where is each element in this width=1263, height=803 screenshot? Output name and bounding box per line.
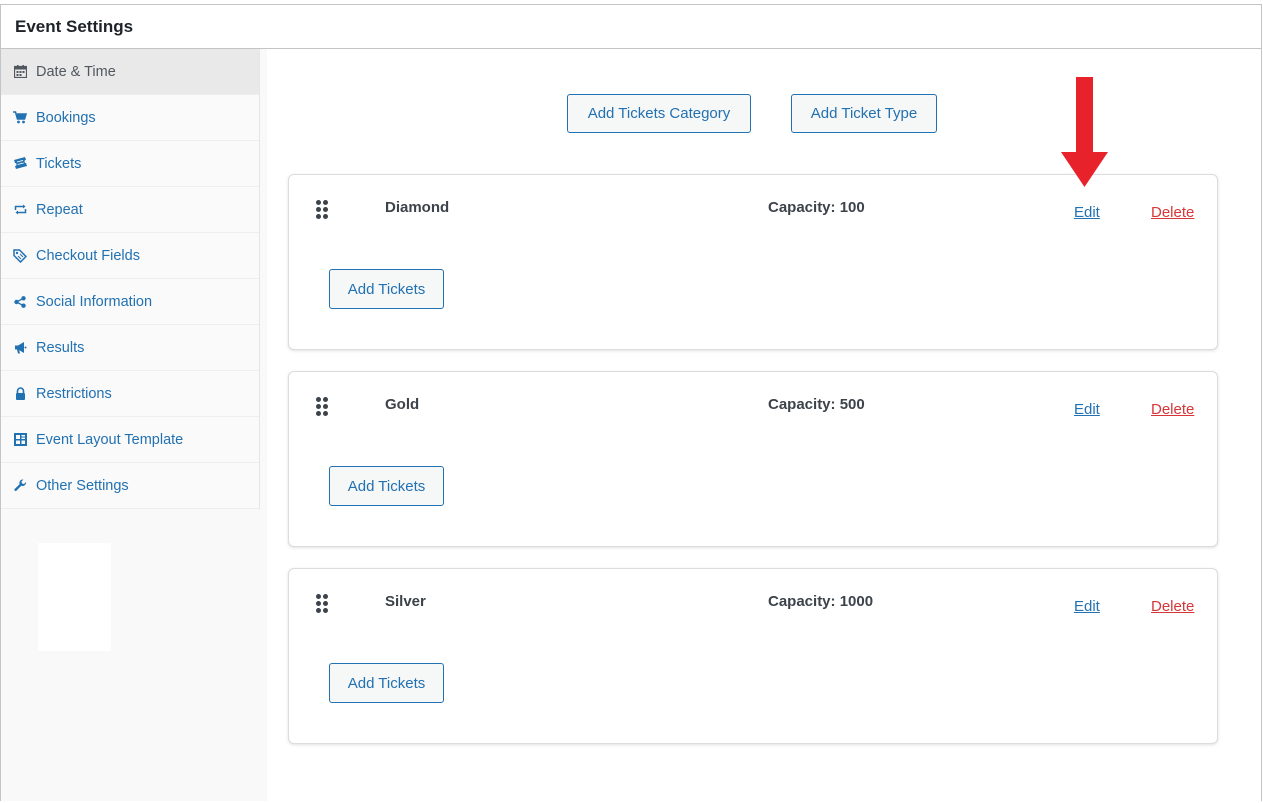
- sidebar-item-label: Restrictions: [36, 385, 112, 402]
- add-tickets-button[interactable]: Add Tickets: [329, 466, 444, 506]
- page-title: Event Settings: [15, 17, 134, 36]
- ticket-category-card: Gold Capacity: 500 Edit Delete Add Ticke…: [288, 371, 1218, 547]
- add-tickets-button[interactable]: Add Tickets: [329, 663, 444, 703]
- add-tickets-button[interactable]: Add Tickets: [329, 269, 444, 309]
- sidebar-item-checkout-fields[interactable]: Checkout Fields: [1, 233, 259, 279]
- sidebar-item-label: Checkout Fields: [36, 247, 140, 264]
- sidebar-item-tickets[interactable]: Tickets: [1, 141, 259, 187]
- sidebar-item-date-time[interactable]: Date & Time: [1, 49, 259, 95]
- drag-handle-icon[interactable]: [316, 594, 330, 614]
- sidebar-item-social-information[interactable]: Social Information: [1, 279, 259, 325]
- sidebar-nav: Date & Time Bookings Tickets Repeat Chec…: [1, 49, 260, 509]
- ticket-icon: [12, 156, 28, 172]
- delete-category-link[interactable]: Delete: [1151, 204, 1194, 221]
- sidebar-item-label: Date & Time: [36, 63, 116, 80]
- megaphone-icon: [12, 340, 28, 356]
- lock-icon: [12, 386, 28, 402]
- sidebar-item-restrictions[interactable]: Restrictions: [1, 371, 259, 417]
- tickets-main: Add Tickets Category Add Ticket Type Dia…: [267, 49, 1261, 801]
- category-capacity: Capacity: 500: [768, 396, 865, 413]
- ticket-category-card: Silver Capacity: 1000 Edit Delete Add Ti…: [288, 568, 1218, 744]
- sidebar-item-event-layout-template[interactable]: Event Layout Template: [1, 417, 259, 463]
- edit-category-link[interactable]: Edit: [1074, 598, 1100, 615]
- sidebar-item-other-settings[interactable]: Other Settings: [1, 463, 259, 509]
- sidebar-blank-box: [38, 543, 111, 651]
- add-tickets-category-button[interactable]: Add Tickets Category: [567, 94, 751, 133]
- cart-icon: [12, 110, 28, 126]
- sidebar-item-label: Repeat: [36, 201, 83, 218]
- panel-header: Event Settings: [1, 5, 1261, 49]
- calendar-icon: [12, 64, 28, 80]
- ticket-category-card: Diamond Capacity: 100 Edit Delete Add Ti…: [288, 174, 1218, 350]
- sidebar-item-label: Tickets: [36, 155, 82, 172]
- repeat-icon: [12, 202, 28, 218]
- drag-handle-icon[interactable]: [316, 200, 330, 220]
- category-name: Diamond: [385, 199, 450, 216]
- tag-icon: [12, 248, 28, 264]
- sidebar-item-label: Social Information: [36, 293, 153, 310]
- delete-category-link[interactable]: Delete: [1151, 401, 1194, 418]
- category-capacity: Capacity: 1000: [768, 593, 874, 610]
- add-ticket-type-button[interactable]: Add Ticket Type: [791, 94, 937, 133]
- layout-icon: [12, 432, 28, 448]
- sidebar-item-results[interactable]: Results: [1, 325, 259, 371]
- sidebar-item-label: Bookings: [36, 109, 96, 126]
- sidebar-item-label: Results: [36, 339, 85, 356]
- category-name: Silver: [385, 593, 426, 610]
- category-name: Gold: [385, 396, 420, 413]
- sidebar: Date & Time Bookings Tickets Repeat Chec…: [1, 49, 267, 801]
- edit-category-link[interactable]: Edit: [1074, 204, 1100, 221]
- delete-category-link[interactable]: Delete: [1151, 598, 1194, 615]
- category-capacity: Capacity: 100: [768, 199, 865, 216]
- sidebar-item-label: Other Settings: [36, 477, 129, 494]
- edit-category-link[interactable]: Edit: [1074, 401, 1100, 418]
- annotation-arrow-icon: [1061, 77, 1108, 187]
- drag-handle-icon[interactable]: [316, 397, 330, 417]
- sidebar-item-bookings[interactable]: Bookings: [1, 95, 259, 141]
- sidebar-item-label: Event Layout Template: [36, 431, 184, 448]
- share-icon: [12, 294, 28, 310]
- sidebar-item-repeat[interactable]: Repeat: [1, 187, 259, 233]
- wrench-icon: [12, 478, 28, 494]
